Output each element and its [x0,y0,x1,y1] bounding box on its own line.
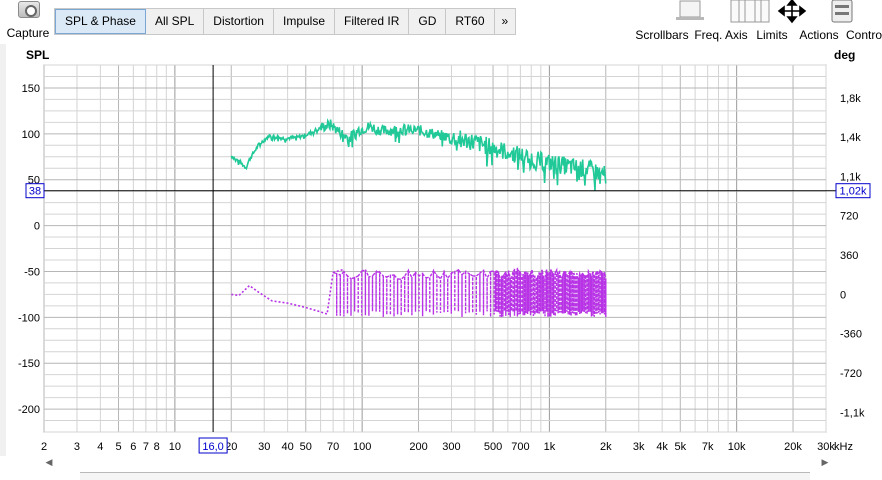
phase-tick-label: -720 [840,368,862,380]
spl-readout: 38 [29,186,41,198]
freq-axis-label: Freq. Axis [694,28,748,42]
tab-filtered-ir[interactable]: Filtered IR [335,9,410,34]
controls-label: Controls [846,28,882,42]
limits-button[interactable]: Limits [752,0,807,44]
freq-tick-label: 30 [258,441,270,453]
actions-label: Actions [799,28,839,42]
tab-impulse[interactable]: Impulse [273,9,336,34]
capture-label: Capture [6,26,50,40]
horizontal-scrollbar[interactable] [56,456,812,468]
graph-tabs: SPL & Phase All SPL Distortion Impulse F… [54,8,517,35]
spl-phase-graph[interactable]: 150 100 50 0 -50 -100 -150 -200 1,8k 1,4k 1,1k 720… [0,44,882,480]
freq-tick-label: 4k [656,441,668,453]
phase-tick-label: 720 [840,211,858,223]
phase-readout: 1,02k [840,186,867,198]
spl-tick-label: 0 [34,221,40,233]
bottom-panel-strip [80,472,810,480]
freq-tick-label: 700 [511,441,529,453]
freq-tick-label: 4 [97,441,103,453]
freq-tick-label: 6 [130,441,136,453]
freq-tick-label: 10 [169,441,181,453]
tab-more-button[interactable]: » [494,9,516,34]
phase-tick-label: -1,1k [840,407,865,419]
freq-tick-label: 200 [409,441,427,453]
phase-tick-label: -360 [840,329,862,341]
camera-icon [18,1,40,18]
limits-label: Limits [756,28,788,42]
freq-tick-label: 1k [544,441,556,453]
freq-tick-label: 7 [143,441,149,453]
freq-readout: 16,0 [202,441,223,453]
freq-tick-label: 30k [817,441,835,453]
freq-tick-label: 7k [702,441,714,453]
gear-icon [869,0,882,26]
capture-button[interactable]: Capture [6,0,50,44]
graph-canvas[interactable]: 150100500-50-100-150-200 1,8k1,4k1,1k720… [0,44,882,456]
phase-tick-label: 1,1k [840,171,861,183]
phase-axis-ticks: 1,8k 1,4k 1,1k 720 360 0 -360 -720 -1,1k [840,93,865,420]
freq-tick-label: 2k [600,441,612,453]
spl-tick-label: -150 [18,358,40,370]
spl-axis-ticks: 150100500-50-100-150-200 [18,83,40,416]
freq-tick-label: 3k [633,441,645,453]
actions-button[interactable]: Actions [796,0,853,44]
freq-tick-label: 5 [115,441,121,453]
frequency-axis-ticks: 2 3 4 5 6 7 8 10 20 30 40 50 70 100 200 300 500 700 1k 2k 3k… [41,441,853,453]
tab-rt60[interactable]: RT60 [446,9,495,34]
tab-all-spl[interactable]: All SPL [145,9,205,34]
freq-tick-label: 70 [327,441,339,453]
scrollbars-button[interactable]: Scrollbars [634,0,704,44]
freq-tick-label: 8 [154,441,160,453]
freq-tick-label: 5k [674,441,686,453]
freq-tick-label: 3 [74,441,80,453]
controls-button[interactable]: Controls [844,0,882,44]
freq-tick-label: 10k [728,441,746,453]
freq-tick-label: 2 [41,441,47,453]
spl-axis-title: SPL [26,48,49,62]
freq-tick-label: 500 [484,441,502,453]
scrollbars-label: Scrollbars [635,28,689,42]
freq-unit-label: kHz [834,441,853,453]
phase-dense-region [564,278,606,311]
spl-tick-label: -200 [18,404,40,416]
phase-tick-label: 1,8k [840,93,861,105]
tab-spl-phase[interactable]: SPL & Phase [55,9,146,34]
spl-tick-label: 150 [22,83,40,95]
tab-distortion[interactable]: Distortion [204,9,274,34]
phase-tick-label: 1,4k [840,132,861,144]
phase-tick-label: 360 [840,250,858,262]
tab-gd[interactable]: GD [409,9,447,34]
phase-axis-title: deg [834,48,855,62]
freq-tick-label: 40 [282,441,294,453]
spl-tick-label: 100 [22,129,40,141]
spl-tick-label: -100 [18,312,40,324]
scroll-left-arrow[interactable]: ◀ [44,456,54,468]
graph-grid [43,64,827,433]
freq-tick-label: 300 [442,441,460,453]
freq-tick-label: 50 [300,441,312,453]
freq-axis-button[interactable]: Freq. Axis [692,0,770,44]
phase-tick-label: 0 [840,289,846,301]
spl-tick-label: -50 [24,266,40,278]
freq-tick-label: 100 [353,441,371,453]
scroll-right-arrow[interactable]: ▶ [820,456,830,468]
freq-tick-label: 20k [784,441,802,453]
